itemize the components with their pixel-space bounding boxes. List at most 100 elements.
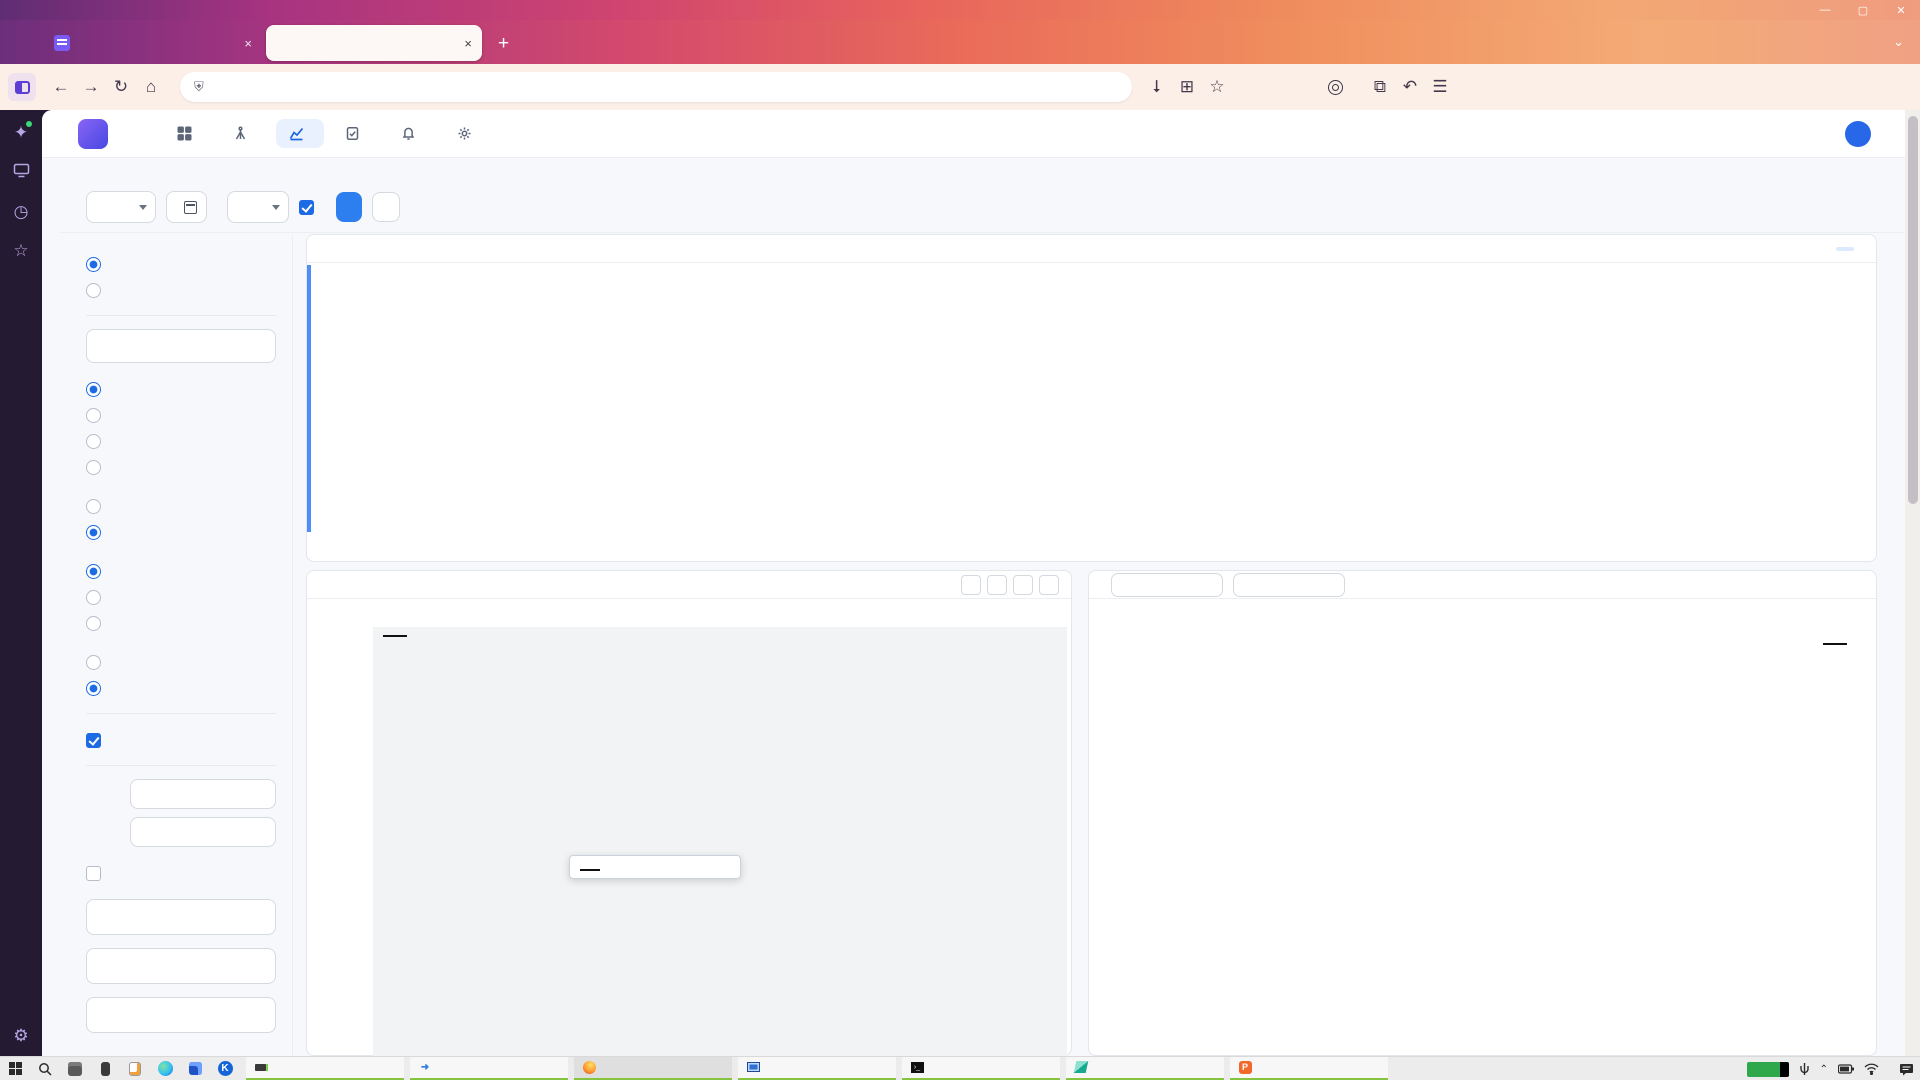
forward-button[interactable]: → bbox=[76, 77, 106, 97]
battery-tray-icon[interactable] bbox=[1838, 1064, 1854, 1074]
bookmarks-star-icon[interactable]: ☆ bbox=[13, 242, 28, 259]
tab-close-icon[interactable]: × bbox=[244, 36, 252, 51]
nav-data-analysis[interactable] bbox=[276, 119, 324, 148]
extensions-grid-icon[interactable]: ⊞ bbox=[1172, 77, 1202, 97]
user-menu[interactable] bbox=[1845, 121, 1880, 147]
nav-system-alerts[interactable] bbox=[388, 119, 436, 148]
radio-log[interactable] bbox=[86, 649, 276, 675]
close-button[interactable]: ✕ bbox=[1882, 0, 1920, 20]
battery-percent-widget[interactable] bbox=[1747, 1062, 1789, 1077]
radio-icon[interactable] bbox=[86, 283, 101, 298]
tab-overflow-chevron-icon[interactable]: ⌄ bbox=[1893, 34, 1904, 50]
pan-left-button[interactable] bbox=[1013, 575, 1033, 595]
radio-fixed-value[interactable] bbox=[86, 610, 276, 636]
magnify-plot-area[interactable] bbox=[373, 627, 1067, 1056]
checkbox-icon[interactable] bbox=[86, 733, 101, 748]
radio-side-by-side[interactable] bbox=[86, 402, 276, 428]
radio-linear[interactable] bbox=[86, 675, 276, 701]
screen-sync-icon[interactable] bbox=[13, 163, 30, 181]
radio-icon[interactable] bbox=[86, 564, 101, 579]
pinned-notepad-icon[interactable] bbox=[120, 1062, 150, 1076]
radio-per-channel[interactable] bbox=[86, 558, 276, 584]
load-button[interactable] bbox=[336, 192, 362, 222]
nav-task-center[interactable] bbox=[332, 119, 380, 148]
tab-close-icon[interactable]: × bbox=[464, 36, 472, 51]
radio-icon[interactable] bbox=[86, 655, 101, 670]
radio-magnify-only[interactable] bbox=[86, 454, 276, 480]
hour-select[interactable] bbox=[227, 191, 289, 223]
date-picker[interactable] bbox=[166, 191, 207, 223]
overlap-select[interactable] bbox=[130, 817, 276, 847]
pinned-edge-icon[interactable] bbox=[150, 1061, 180, 1076]
spectra-chart[interactable] bbox=[1089, 599, 1876, 1056]
taskbar-search-icon[interactable] bbox=[30, 1062, 60, 1076]
minimize-button[interactable]: — bbox=[1806, 0, 1844, 20]
new-tab-button[interactable]: + bbox=[498, 33, 509, 55]
nav-system-management[interactable] bbox=[444, 119, 492, 148]
radio-icon[interactable] bbox=[86, 616, 101, 631]
container-tab-icon[interactable]: ⧉ bbox=[1365, 77, 1395, 97]
radio-overview-only[interactable] bbox=[86, 428, 276, 454]
downloads-icon[interactable]: ⭣ bbox=[1142, 77, 1172, 97]
radio-icon[interactable] bbox=[86, 408, 101, 423]
smoothing-select[interactable] bbox=[1233, 573, 1345, 597]
radio-gather[interactable] bbox=[86, 251, 276, 277]
task-easyconnect[interactable] bbox=[1066, 1057, 1224, 1080]
channel-checkbox-row[interactable] bbox=[299, 200, 326, 215]
task-remote-desktop[interactable] bbox=[738, 1057, 896, 1080]
page-scrollbar[interactable] bbox=[1905, 110, 1920, 1056]
hidden-icons-chevron[interactable]: ⌃ bbox=[1820, 1064, 1828, 1075]
radio-icon[interactable] bbox=[86, 382, 101, 397]
task-firefox-livedata[interactable] bbox=[574, 1057, 732, 1080]
nav-station-management[interactable] bbox=[220, 119, 268, 148]
radio-overlay[interactable] bbox=[86, 277, 276, 303]
task-elements-drive[interactable] bbox=[246, 1057, 404, 1080]
browser-tab-livedata[interactable]: × bbox=[266, 25, 482, 61]
radio-icon[interactable] bbox=[86, 434, 101, 449]
notification-center-icon[interactable] bbox=[1899, 1063, 1914, 1076]
pinned-k-app-icon[interactable]: K bbox=[210, 1061, 240, 1076]
minmax-badge[interactable] bbox=[1836, 247, 1854, 251]
demean-button[interactable] bbox=[86, 899, 276, 935]
browser-tab-diting-doc[interactable]: × bbox=[44, 27, 262, 59]
radio-icon[interactable] bbox=[86, 681, 101, 696]
detrend-button[interactable] bbox=[86, 948, 276, 984]
reload-button[interactable]: ↻ bbox=[106, 77, 136, 97]
history-clock-icon[interactable]: ◷ bbox=[14, 203, 29, 220]
channels-per-screen-select[interactable] bbox=[86, 329, 276, 363]
channel-checkbox[interactable] bbox=[299, 200, 314, 215]
sidebar-toggle-button[interactable] bbox=[8, 73, 36, 101]
pinned-calculator-icon[interactable] bbox=[60, 1062, 90, 1076]
radio-icon[interactable] bbox=[86, 590, 101, 605]
start-button[interactable] bbox=[0, 1062, 30, 1075]
sidebar-settings-gear-icon[interactable]: ⚙ bbox=[0, 1026, 42, 1046]
hide-panel-button[interactable] bbox=[372, 192, 400, 222]
zoom-in-button[interactable] bbox=[961, 575, 981, 595]
usb-plug-icon[interactable] bbox=[1799, 1062, 1810, 1076]
pinned-device-icon[interactable] bbox=[90, 1062, 120, 1076]
pinned-blue-app-icon[interactable] bbox=[180, 1062, 210, 1075]
spectrum-type-select[interactable] bbox=[1111, 573, 1223, 597]
radio-relative-time[interactable] bbox=[86, 493, 276, 519]
checkbox-auto-freq[interactable] bbox=[86, 727, 276, 753]
radio-absolute-time[interactable] bbox=[86, 519, 276, 545]
task-wps-presentation[interactable]: P bbox=[1230, 1057, 1388, 1080]
transform-button-clipped[interactable] bbox=[86, 997, 276, 1033]
radio-icon[interactable] bbox=[86, 525, 101, 540]
shield-permissions-icon[interactable]: ⛨ bbox=[194, 79, 204, 95]
nav-system-overview[interactable] bbox=[164, 119, 212, 148]
pan-right-button[interactable] bbox=[1039, 575, 1059, 595]
home-button[interactable]: ⌂ bbox=[136, 77, 166, 97]
trace-chart[interactable] bbox=[307, 263, 1876, 562]
ai-sparkle-icon[interactable]: ✦ bbox=[14, 124, 28, 141]
radio-icon[interactable] bbox=[86, 460, 101, 475]
checkbox-enable-filter[interactable] bbox=[86, 860, 276, 886]
radio-icon[interactable] bbox=[86, 499, 101, 514]
url-bar[interactable]: ⛨ bbox=[180, 72, 1132, 102]
window-size-select[interactable] bbox=[130, 779, 276, 809]
trace-selection-window[interactable] bbox=[307, 265, 311, 532]
back-button[interactable]: ← bbox=[46, 77, 76, 97]
checkbox-icon[interactable] bbox=[86, 866, 101, 881]
undo-refresh-icon[interactable]: ↶ bbox=[1395, 77, 1425, 97]
station-select[interactable] bbox=[86, 191, 156, 223]
